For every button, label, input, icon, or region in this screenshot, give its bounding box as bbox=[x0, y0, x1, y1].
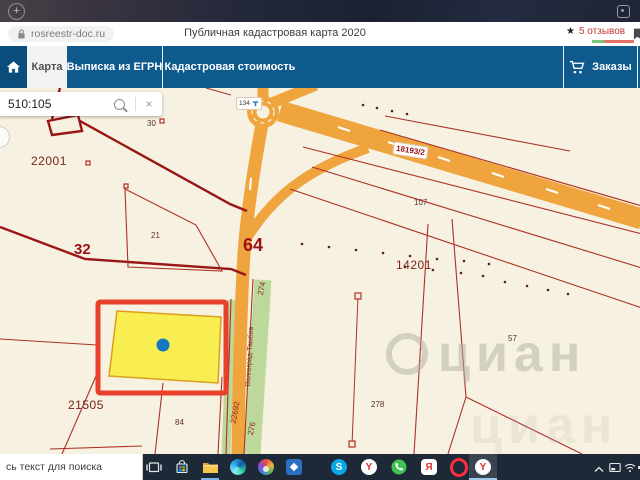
whatsapp-button[interactable] bbox=[390, 458, 408, 476]
tab-map[interactable]: Карта bbox=[27, 46, 67, 88]
opera-icon bbox=[450, 457, 468, 477]
watermark-cian-2: циан bbox=[470, 400, 618, 452]
yandex-browser-icon: Y bbox=[475, 459, 491, 475]
cadastral-map[interactable]: циан циан 30 22001 21 32 64 107 14201 57… bbox=[0, 88, 640, 454]
address-bar: rosreestr-doc.ru Публичная кадастровая к… bbox=[0, 22, 640, 47]
home-button[interactable] bbox=[0, 46, 27, 88]
url-text: rosreestr-doc.ru bbox=[31, 28, 106, 40]
quarter-label-14201: 14201 bbox=[396, 258, 432, 272]
parcel-label-107: 107 bbox=[414, 198, 428, 207]
quarter-boundaries bbox=[0, 88, 248, 277]
paint-palette-icon bbox=[258, 459, 274, 475]
tray-wifi-button[interactable] bbox=[624, 460, 636, 478]
parcel-point-marker bbox=[156, 338, 170, 352]
tray-display-button[interactable] bbox=[609, 460, 621, 478]
skype-icon: S bbox=[331, 459, 347, 475]
parcel-label-278: 278 bbox=[371, 400, 385, 409]
microsoft-store-button[interactable] bbox=[173, 458, 191, 476]
pinned-app-button[interactable] bbox=[285, 458, 303, 476]
clear-search-icon[interactable]: × bbox=[136, 97, 162, 111]
file-explorer-button[interactable] bbox=[201, 458, 219, 476]
yandex-browser-active-window[interactable]: Y bbox=[469, 454, 497, 480]
quarter-label-21505: 21505 bbox=[68, 398, 104, 412]
home-icon bbox=[6, 61, 21, 73]
yandex-browser-button[interactable]: Y bbox=[360, 458, 378, 476]
task-view-icon bbox=[146, 462, 162, 473]
transport-icon bbox=[252, 101, 258, 107]
parcel-label-21: 21 bbox=[151, 231, 160, 240]
quarter-label-32: 32 bbox=[74, 241, 91, 258]
wifi-icon bbox=[624, 463, 636, 473]
map-search-box[interactable]: 510:105 × bbox=[0, 92, 162, 116]
taskbar-search-input[interactable]: сь текст для поиска bbox=[0, 454, 143, 480]
edge-button[interactable] bbox=[229, 458, 247, 476]
task-view-button[interactable] bbox=[145, 458, 163, 476]
new-tab-button[interactable]: + bbox=[8, 3, 25, 20]
orders-label: Заказы bbox=[592, 61, 632, 73]
reviews-count: 5 отзывов bbox=[578, 26, 626, 37]
reviews-widget[interactable]: ★ 5 отзывов bbox=[566, 26, 625, 37]
yandex-search-button[interactable]: Я bbox=[420, 458, 438, 476]
tab-egrn-extract[interactable]: Выписка из ЕГРН bbox=[67, 46, 163, 88]
site-navbar: Карта Выписка из ЕГРН Кадастровая стоимо… bbox=[0, 46, 640, 88]
search-input[interactable]: 510:105 bbox=[0, 97, 114, 111]
page-title: Публичная кадастровая карта 2020 bbox=[184, 27, 366, 39]
yandex-icon: Я bbox=[421, 459, 437, 475]
extension-icon[interactable] bbox=[617, 5, 630, 18]
yandex-browser-icon: Y bbox=[361, 459, 377, 475]
watermark-text: циан bbox=[470, 397, 619, 454]
roundabout-number: 134 bbox=[239, 100, 250, 107]
parcel-label-30: 30 bbox=[147, 119, 156, 128]
lock-icon bbox=[18, 29, 25, 39]
bookmark-icon[interactable] bbox=[633, 28, 640, 40]
road-parcel-number: 18193/2 bbox=[395, 143, 426, 158]
tab-cadastral-value[interactable]: Кадастровая стоимость bbox=[163, 46, 297, 88]
url-field[interactable]: rosreestr-doc.ru bbox=[8, 26, 115, 42]
opera-button[interactable] bbox=[450, 457, 468, 477]
search-icon[interactable] bbox=[114, 98, 128, 112]
blue-app-icon bbox=[286, 459, 302, 475]
browser-titlebar: + bbox=[0, 0, 640, 22]
file-explorer-icon bbox=[202, 462, 218, 473]
paint-button[interactable] bbox=[257, 458, 275, 476]
chevron-up-icon bbox=[594, 466, 604, 472]
cian-logo-icon bbox=[386, 333, 428, 375]
quarter-label-22001: 22001 bbox=[31, 154, 67, 168]
watermark-cian: циан bbox=[386, 328, 586, 380]
star-icon: ★ bbox=[566, 26, 575, 37]
parcel-label-57: 57 bbox=[508, 334, 517, 343]
skype-button[interactable]: S bbox=[330, 458, 348, 476]
whatsapp-icon bbox=[391, 459, 407, 475]
roundabout-badge: 134 bbox=[236, 97, 262, 110]
tray-chevron-button[interactable] bbox=[594, 460, 604, 478]
orders-button[interactable]: Заказы bbox=[564, 46, 637, 88]
cart-icon bbox=[570, 60, 585, 73]
parcel-label-84: 84 bbox=[175, 418, 184, 427]
screen: + rosreestr-doc.ru Публичная кадастровая… bbox=[0, 0, 640, 480]
edge-icon bbox=[230, 459, 246, 475]
quarter-label-64: 64 bbox=[243, 235, 264, 255]
nav-separator bbox=[637, 46, 638, 88]
reviews-rating-bar bbox=[592, 40, 634, 43]
display-icon bbox=[609, 462, 621, 473]
windows-taskbar: сь текст для поиска S Y Я Y bbox=[0, 454, 640, 480]
store-icon bbox=[176, 459, 188, 474]
